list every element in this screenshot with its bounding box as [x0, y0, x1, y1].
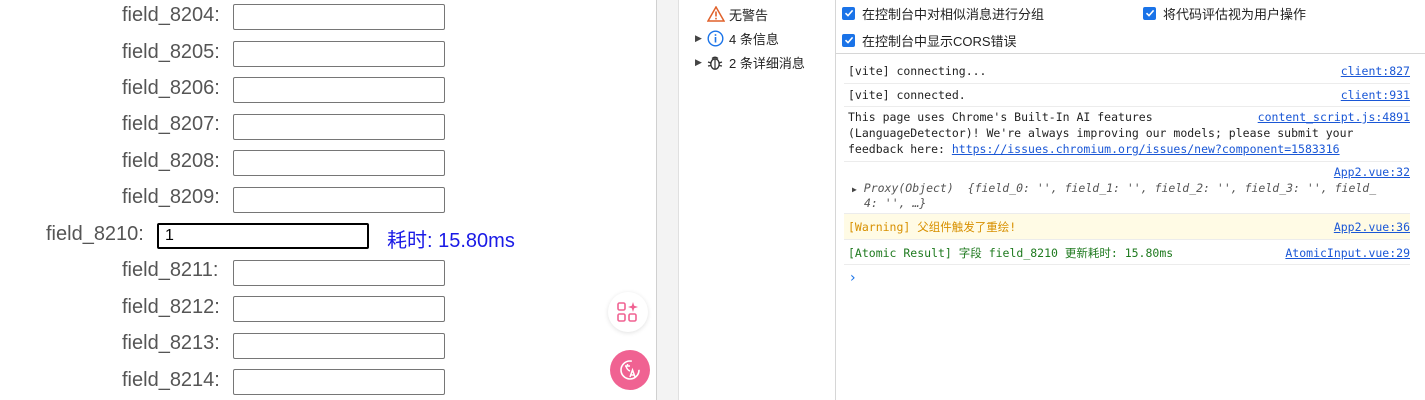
field-label: field_8212:	[122, 295, 220, 318]
field-input[interactable]	[233, 4, 445, 30]
field-input[interactable]	[233, 369, 445, 395]
translate-icon	[620, 360, 640, 380]
checkbox-checked-icon[interactable]	[1143, 6, 1156, 20]
console-sidebar: 无警告 ▶ 4 条信息 ▶ 2 条详细消息	[679, 0, 836, 400]
sidebar-item-info[interactable]: ▶ 4 条信息	[695, 28, 779, 48]
message-text: [vite] connecting...	[848, 64, 987, 78]
field-row: field_8206:	[122, 75, 220, 101]
field-row: field_8211:	[122, 257, 218, 283]
field-label: field_8211:	[122, 258, 219, 281]
timing-result: 耗时: 15.80ms	[387, 230, 515, 252]
field-input[interactable]	[233, 41, 445, 67]
field-input[interactable]	[233, 114, 445, 140]
source-link[interactable]: content_script.js:4891	[1258, 109, 1410, 125]
field-label: field_8210:	[46, 222, 144, 245]
message-text: [Atomic Result] 字段 field_8210 更新耗时: 15.8…	[848, 246, 1174, 260]
field-input[interactable]	[233, 296, 445, 322]
console-prompt-chevron-icon[interactable]: ›	[850, 270, 856, 286]
field-row: field_8204:	[122, 2, 220, 28]
console-message: This page uses Chrome's Built-In AI feat…	[844, 107, 1410, 162]
expand-arrow-icon: ▶	[695, 32, 702, 43]
field-input[interactable]	[233, 260, 445, 286]
console-message: App2.vue:32 ▶ Proxy(Object) {field_0: ''…	[844, 162, 1410, 214]
console-warning-message: [Warning] 父组件触发了重绘! App2.vue:36	[844, 214, 1410, 240]
field-row: field_8213:	[122, 330, 220, 356]
source-link[interactable]: AtomicInput.vue:29	[1285, 245, 1410, 261]
setting-group-similar[interactable]: 在控制台中对相似消息进行分组	[842, 3, 1044, 23]
object-preview-line: 4: '', …}	[864, 196, 927, 210]
field-label: field_8214:	[122, 368, 220, 391]
field-input[interactable]	[233, 333, 445, 359]
proxy-label: Proxy(Object)	[863, 181, 954, 195]
setting-show-cors[interactable]: 在控制台中显示CORS错误	[842, 30, 1017, 50]
sidebar-item-label: 2 条详细消息	[729, 55, 805, 71]
issue-url-link[interactable]: https://issues.chromium.org/issues/new?c…	[952, 142, 1340, 156]
source-link[interactable]: App2.vue:36	[1334, 219, 1410, 235]
message-text: feedback here: https://issues.chromium.o…	[848, 141, 1340, 157]
field-label: field_8207:	[122, 112, 220, 135]
devtools-panel: 无警告 ▶ 4 条信息 ▶ 2 条详细消息 在控制台中对相似消息进行分组 将代码…	[656, 0, 1425, 400]
field-label: field_8204:	[122, 3, 220, 26]
field-input[interactable]	[233, 150, 445, 176]
setting-label: 将代码评估视为用户操作	[1163, 6, 1307, 22]
sidebar-item-verbose[interactable]: ▶ 2 条详细消息	[695, 52, 805, 72]
message-text: This page uses Chrome's Built-In AI feat…	[848, 110, 1153, 124]
expand-arrow-icon: ▶	[695, 56, 702, 67]
devtools-gutter	[657, 0, 679, 400]
setting-treat-eval[interactable]: 将代码评估视为用户操作	[1143, 3, 1306, 23]
field-row: field_8208:	[122, 148, 220, 174]
field-row: field_8212:	[122, 294, 220, 320]
ai-assistant-button[interactable]	[608, 292, 648, 332]
sidebar-item-label: 无警告	[729, 7, 769, 23]
console-main: 在控制台中对相似消息进行分组 将代码评估视为用户操作 在控制台中显示CORS错误…	[836, 0, 1425, 400]
app-panel: field_8204: field_8205: field_8206: fiel…	[0, 0, 656, 400]
sidebar-item-warnings[interactable]: 无警告	[707, 4, 768, 24]
source-link[interactable]: App2.vue:32	[1334, 164, 1410, 180]
field-label: field_8205:	[122, 40, 220, 63]
message-text: (LanguageDetector)! We're always improvi…	[848, 126, 1354, 140]
field-row: field_8214:	[122, 367, 220, 393]
object-preview-line: {field_0: '', field_1: '', field_2: '', …	[967, 181, 1377, 195]
setting-label: 在控制台中对相似消息进行分组	[862, 6, 1045, 22]
message-text-prefix: feedback here:	[848, 142, 952, 156]
expand-arrow-icon[interactable]: ▶	[852, 185, 857, 194]
info-icon	[707, 29, 729, 47]
field-label: field_8206:	[122, 76, 220, 99]
sparkle-grid-icon	[617, 302, 638, 322]
warning-icon	[707, 6, 729, 22]
source-link[interactable]: client:931	[1341, 87, 1410, 103]
field-row: field_8210:	[46, 221, 144, 247]
field-label: field_8209:	[122, 185, 220, 208]
field-row: field_8207:	[122, 111, 220, 137]
sidebar-item-label: 4 条信息	[729, 31, 779, 47]
setting-label: 在控制台中显示CORS错误	[862, 33, 1017, 49]
console-message: [Atomic Result] 字段 field_8210 更新耗时: 15.8…	[844, 240, 1410, 265]
source-link[interactable]: client:827	[1341, 63, 1410, 79]
console-message: [vite] connecting... client:827	[844, 60, 1410, 84]
object-preview[interactable]: ▶ Proxy(Object) {field_0: '', field_1: '…	[852, 180, 1376, 198]
field-input-active[interactable]	[157, 223, 369, 249]
field-label: field_8213:	[122, 331, 220, 354]
field-input[interactable]	[233, 77, 445, 103]
checkbox-checked-icon[interactable]	[842, 33, 855, 47]
message-text: [vite] connected.	[848, 88, 966, 102]
message-text: [Warning] 父组件触发了重绘!	[848, 220, 1017, 234]
field-label: field_8208:	[122, 149, 220, 172]
divider	[836, 53, 1425, 54]
field-row: field_8209:	[122, 184, 220, 210]
translate-button[interactable]	[610, 350, 650, 390]
field-input[interactable]	[233, 187, 445, 213]
bug-icon	[707, 54, 729, 71]
field-row: field_8205:	[122, 39, 220, 65]
checkbox-checked-icon[interactable]	[842, 6, 855, 20]
console-message: [vite] connected. client:931	[844, 84, 1410, 107]
